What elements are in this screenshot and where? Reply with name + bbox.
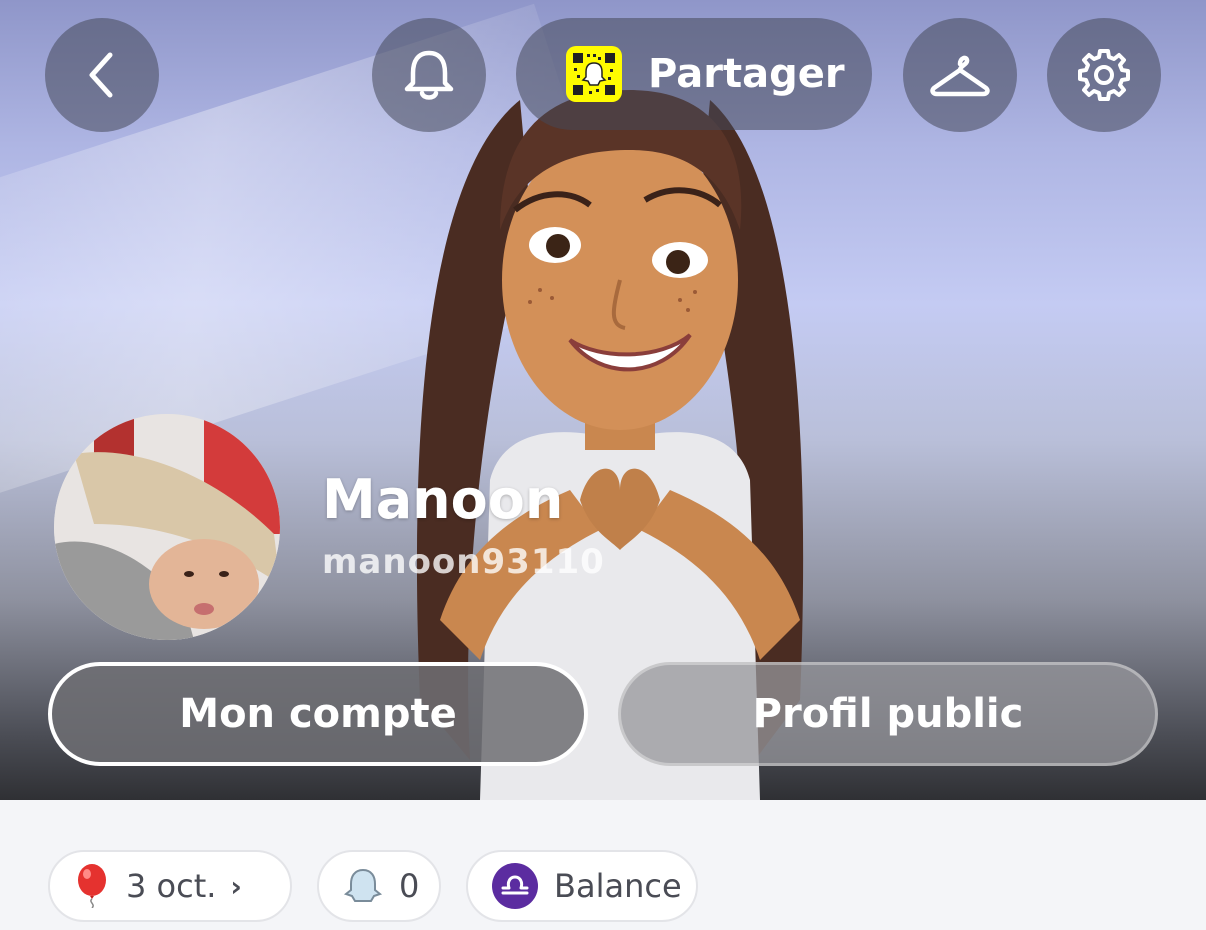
friends-count-label: 0 — [399, 867, 420, 905]
gear-icon — [1078, 49, 1130, 101]
outfit-button[interactable] — [903, 18, 1017, 132]
back-button[interactable] — [45, 18, 159, 132]
share-label: Partager — [648, 51, 845, 97]
profile-hero: Partager Manoon manoon93110 Mon compte P… — [0, 0, 1206, 800]
bell-icon — [404, 50, 454, 100]
hanger-icon — [930, 55, 990, 97]
snapcode-icon — [566, 46, 622, 102]
share-button[interactable]: Partager — [516, 18, 872, 130]
friends-count-chip[interactable]: 0 — [317, 850, 441, 922]
chevron-right-icon: › — [230, 869, 242, 903]
public-profile-button[interactable]: Profil public — [618, 662, 1158, 766]
libra-zodiac-icon — [492, 863, 538, 909]
settings-button[interactable] — [1047, 18, 1161, 132]
ghost-icon — [343, 866, 383, 906]
birthday-label: 3 oct. — [126, 867, 217, 905]
username: manoon93110 — [322, 542, 605, 582]
balloon-icon — [74, 864, 110, 908]
my-account-button[interactable]: Mon compte — [48, 662, 588, 766]
notifications-button[interactable] — [372, 18, 486, 132]
zodiac-label: Balance — [554, 867, 682, 905]
birthday-chip[interactable]: 3 oct. › — [48, 850, 292, 922]
profile-photo[interactable] — [54, 414, 280, 640]
zodiac-chip[interactable]: Balance — [466, 850, 698, 922]
chevron-left-icon — [89, 52, 113, 98]
display-name: Manoon — [322, 468, 564, 531]
